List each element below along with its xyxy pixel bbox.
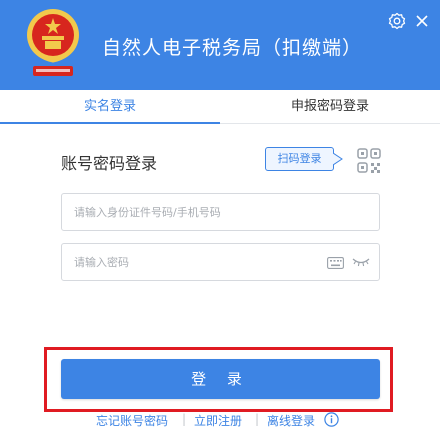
tax-emblem-icon [27,9,79,76]
footer-separator: | [182,412,187,426]
login-heading: 账号密码登录 [61,154,158,173]
login-tabs: 实名登录 申报密码登录 [0,90,440,124]
info-icon[interactable] [324,412,339,427]
tooltip-arrow-icon [333,153,343,165]
footer-separator: | [255,412,260,426]
close-icon[interactable] [413,12,431,30]
register-link[interactable]: 立即注册 [194,412,242,429]
offline-login-link[interactable]: 离线登录 [267,412,315,429]
id-field-container [61,193,380,231]
gear-icon[interactable] [388,12,406,30]
keyboard-icon[interactable] [327,257,344,269]
login-button[interactable]: 登 录 [61,359,380,399]
tab-real-name-login[interactable]: 实名登录 [0,90,220,124]
tab-declaration-password-login[interactable]: 申报密码登录 [220,90,440,124]
qr-code-icon[interactable] [356,147,382,175]
app-title: 自然人电子税务局（扣缴端） [102,37,363,59]
eye-closed-icon[interactable] [352,257,370,267]
password-input[interactable] [74,244,314,280]
app-header: 自然人电子税务局（扣缴端） [0,0,440,90]
id-number-input[interactable] [74,194,324,230]
scan-login-button[interactable]: 扫码登录 [265,147,334,171]
footer-links: 忘记账号密码 | 立即注册 | 离线登录 [0,410,440,430]
password-field-container [61,243,380,281]
forgot-password-link[interactable]: 忘记账号密码 [96,412,168,429]
